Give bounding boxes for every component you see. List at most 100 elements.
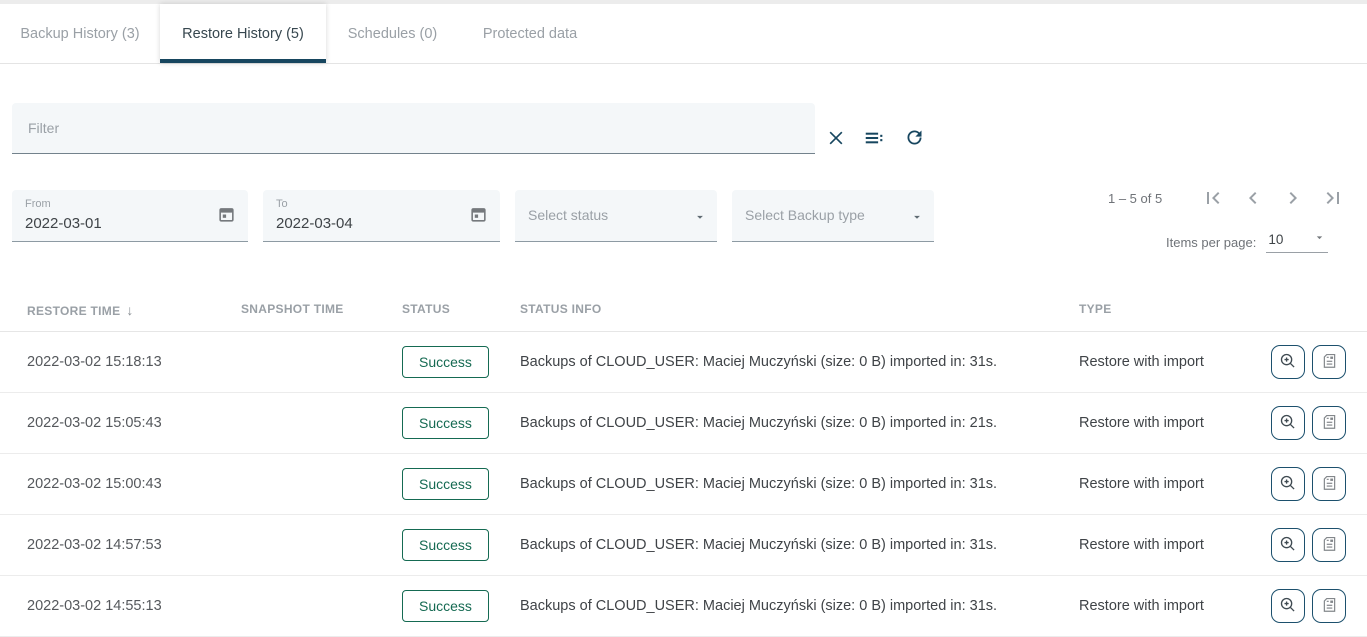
details-zoom-button[interactable] [1271, 406, 1305, 440]
row-actions [1271, 528, 1346, 562]
table-header: RESTORE TIME↓ SNAPSHOT TIME STATUS STATU… [0, 288, 1367, 332]
type-cell: Restore with import [1079, 537, 1204, 553]
first-page-icon [1201, 186, 1225, 213]
from-label: From [25, 198, 51, 210]
table-body: 2022-03-02 15:18:13 Success Backups of C… [0, 332, 1367, 637]
table-row: 2022-03-02 15:00:43 Success Backups of C… [0, 454, 1367, 515]
table-row: 2022-03-02 15:18:13 Success Backups of C… [0, 332, 1367, 393]
details-zoom-button[interactable] [1271, 467, 1305, 501]
type-cell: Restore with import [1079, 354, 1204, 370]
report-button[interactable] [1312, 406, 1346, 440]
tab-restore-history[interactable]: Restore History (5) [160, 4, 326, 63]
last-page-button[interactable] [1320, 186, 1346, 212]
items-per-page: Items per page: 10 [1166, 231, 1328, 253]
status-badge: Success [402, 529, 489, 561]
filter-field [12, 103, 815, 154]
tab-backup-history[interactable]: Backup History (3) [0, 4, 160, 63]
to-label: To [276, 198, 288, 210]
tab-label: Restore History (5) [182, 26, 304, 42]
report-button[interactable] [1312, 589, 1346, 623]
status-info-cell: Backups of CLOUD_USER: Maciej Muczyński … [520, 476, 997, 492]
status-info-cell: Backups of CLOUD_USER: Maciej Muczyński … [520, 598, 997, 614]
restore-time-cell: 2022-03-02 14:55:13 [27, 598, 162, 614]
report-button[interactable] [1312, 345, 1346, 379]
chevron-down-icon [910, 210, 924, 227]
restore-time-cell: 2022-03-02 15:05:43 [27, 415, 162, 431]
row-actions [1271, 345, 1346, 379]
from-date-value: 2022-03-01 [25, 215, 102, 232]
status-badge: Success [402, 407, 489, 439]
tab-bar: Backup History (3) Restore History (5) S… [0, 4, 1367, 64]
first-page-button[interactable] [1200, 186, 1226, 212]
status-info-cell: Backups of CLOUD_USER: Maciej Muczyński … [520, 354, 997, 370]
zoom-in-icon [1278, 595, 1298, 618]
status-info-cell: Backups of CLOUD_USER: Maciej Muczyński … [520, 415, 997, 431]
status-badge: Success [402, 590, 489, 622]
report-icon [1320, 534, 1339, 556]
next-page-button[interactable] [1280, 186, 1306, 212]
restore-time-cell: 2022-03-02 15:18:13 [27, 354, 162, 370]
status-cell: Success [402, 346, 489, 378]
table-row: 2022-03-02 15:05:43 Success Backups of C… [0, 393, 1367, 454]
to-date-field[interactable]: To 2022-03-04 [263, 190, 500, 242]
filter-list-icon [863, 127, 885, 152]
backup-type-select[interactable]: Select Backup type [732, 190, 934, 242]
row-actions [1271, 589, 1346, 623]
to-calendar-button[interactable] [466, 204, 490, 228]
column-label: RESTORE TIME [27, 304, 120, 318]
zoom-in-icon [1278, 473, 1298, 496]
report-button[interactable] [1312, 467, 1346, 501]
status-info-cell: Backups of CLOUD_USER: Maciej Muczyński … [520, 537, 997, 553]
from-calendar-button[interactable] [214, 204, 238, 228]
previous-page-button[interactable] [1240, 186, 1266, 212]
row-actions [1271, 467, 1346, 501]
status-badge: Success [402, 468, 489, 500]
status-cell: Success [402, 590, 489, 622]
chevron-down-icon [693, 210, 707, 227]
type-cell: Restore with import [1079, 415, 1204, 431]
restore-time-cell: 2022-03-02 14:57:53 [27, 537, 162, 553]
restore-history-page: Backup History (3) Restore History (5) S… [0, 0, 1367, 637]
status-cell: Success [402, 407, 489, 439]
last-page-icon [1321, 186, 1345, 213]
table-row: 2022-03-02 14:55:13 Success Backups of C… [0, 576, 1367, 637]
type-cell: Restore with import [1079, 598, 1204, 614]
tab-label: Schedules (0) [348, 26, 437, 42]
refresh-button[interactable] [900, 125, 928, 153]
column-header-type[interactable]: TYPE [1079, 302, 1112, 316]
zoom-in-icon [1278, 351, 1298, 374]
status-cell: Success [402, 529, 489, 561]
details-zoom-button[interactable] [1271, 528, 1305, 562]
column-header-restore-time[interactable]: RESTORE TIME↓ [27, 302, 134, 318]
status-badge: Success [402, 346, 489, 378]
type-cell: Restore with import [1079, 476, 1204, 492]
tab-schedules[interactable]: Schedules (0) [326, 4, 459, 63]
pagination-range: 1 – 5 of 5 [1108, 191, 1162, 206]
status-select[interactable]: Select status [515, 190, 717, 242]
status-cell: Success [402, 468, 489, 500]
report-icon [1320, 595, 1339, 617]
restore-time-cell: 2022-03-02 15:00:43 [27, 476, 162, 492]
column-header-status[interactable]: STATUS [402, 302, 450, 316]
items-per-page-label: Items per page: [1166, 235, 1256, 250]
tab-label: Protected data [483, 26, 577, 42]
clear-filter-button[interactable] [822, 125, 850, 153]
clear-icon [826, 128, 846, 151]
filter-options-button[interactable] [860, 125, 888, 153]
report-button[interactable] [1312, 528, 1346, 562]
row-actions [1271, 406, 1346, 440]
details-zoom-button[interactable] [1271, 345, 1305, 379]
chevron-down-icon [1313, 231, 1326, 247]
column-header-status-info[interactable]: STATUS INFO [520, 302, 602, 316]
previous-page-icon [1241, 186, 1265, 213]
column-header-snapshot-time[interactable]: SNAPSHOT TIME [241, 302, 344, 316]
tab-protected-data[interactable]: Protected data [459, 4, 601, 63]
calendar-icon [217, 212, 236, 227]
details-zoom-button[interactable] [1271, 589, 1305, 623]
from-date-field[interactable]: From 2022-03-01 [12, 190, 248, 242]
tab-label: Backup History (3) [20, 26, 139, 42]
filter-input[interactable] [12, 103, 815, 153]
items-per-page-select[interactable]: 10 [1266, 231, 1328, 253]
zoom-in-icon [1278, 534, 1298, 557]
to-date-value: 2022-03-04 [276, 215, 353, 232]
